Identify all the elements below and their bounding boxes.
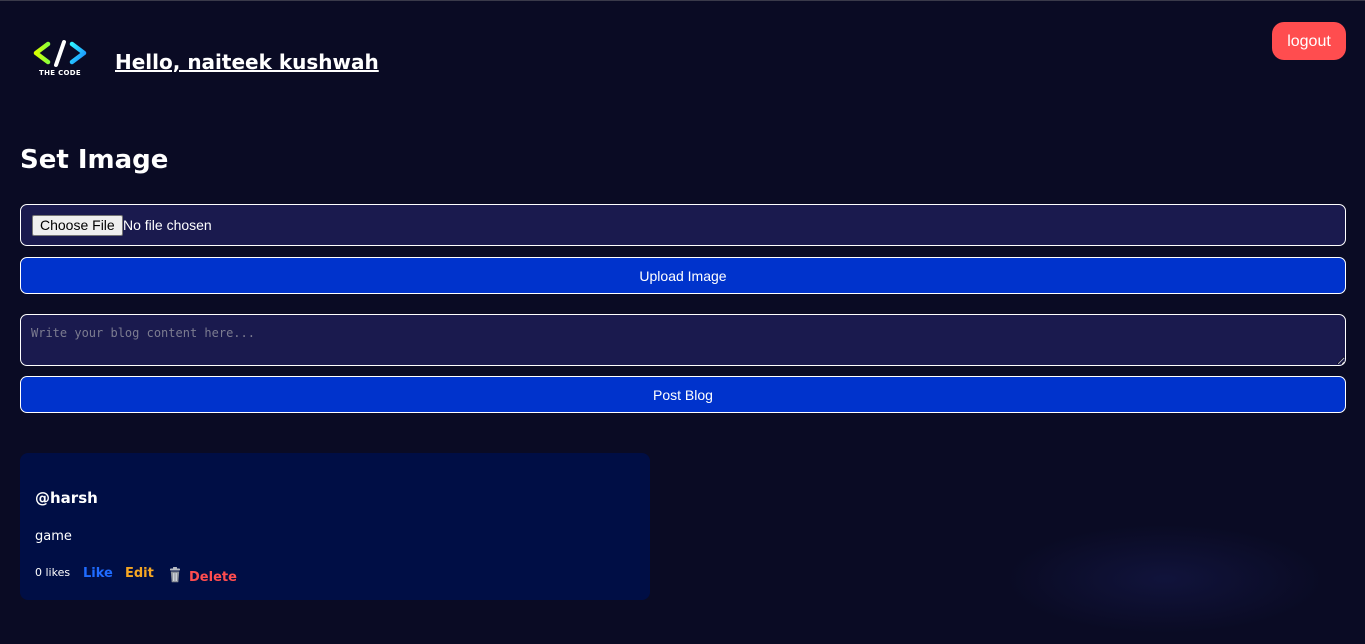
delete-label: Delete: [189, 570, 237, 585]
code-brackets-icon: [33, 40, 87, 67]
like-count: 0 likes: [35, 566, 71, 579]
post-blog-button[interactable]: Post Blog: [20, 376, 1346, 413]
background-glow: [1005, 524, 1325, 634]
file-status: No file chosen: [123, 217, 212, 233]
post-content: game: [35, 529, 72, 544]
delete-button[interactable]: Delete: [167, 567, 237, 585]
logo-text: THE CODE: [39, 69, 81, 77]
edit-button[interactable]: Edit: [125, 566, 154, 581]
user-greeting: Hello, naiteek kushwah: [115, 50, 379, 74]
like-button[interactable]: Like: [83, 566, 113, 581]
logout-button[interactable]: logout: [1272, 22, 1346, 60]
post-author: @harsh: [35, 489, 98, 507]
blog-content-input[interactable]: [20, 314, 1346, 366]
page-title: Set Image: [20, 145, 169, 175]
upload-image-button[interactable]: Upload Image: [20, 257, 1346, 294]
choose-file-button[interactable]: Choose File: [32, 215, 123, 236]
logo: THE CODE: [33, 39, 89, 81]
trash-icon: [170, 567, 180, 583]
file-input[interactable]: Choose File No file chosen: [20, 204, 1346, 246]
blog-post-card: @harsh game 0 likes Like Edit Delete: [20, 453, 650, 600]
page-header: THE CODE Hello, naiteek kushwah logout: [0, 1, 1365, 111]
